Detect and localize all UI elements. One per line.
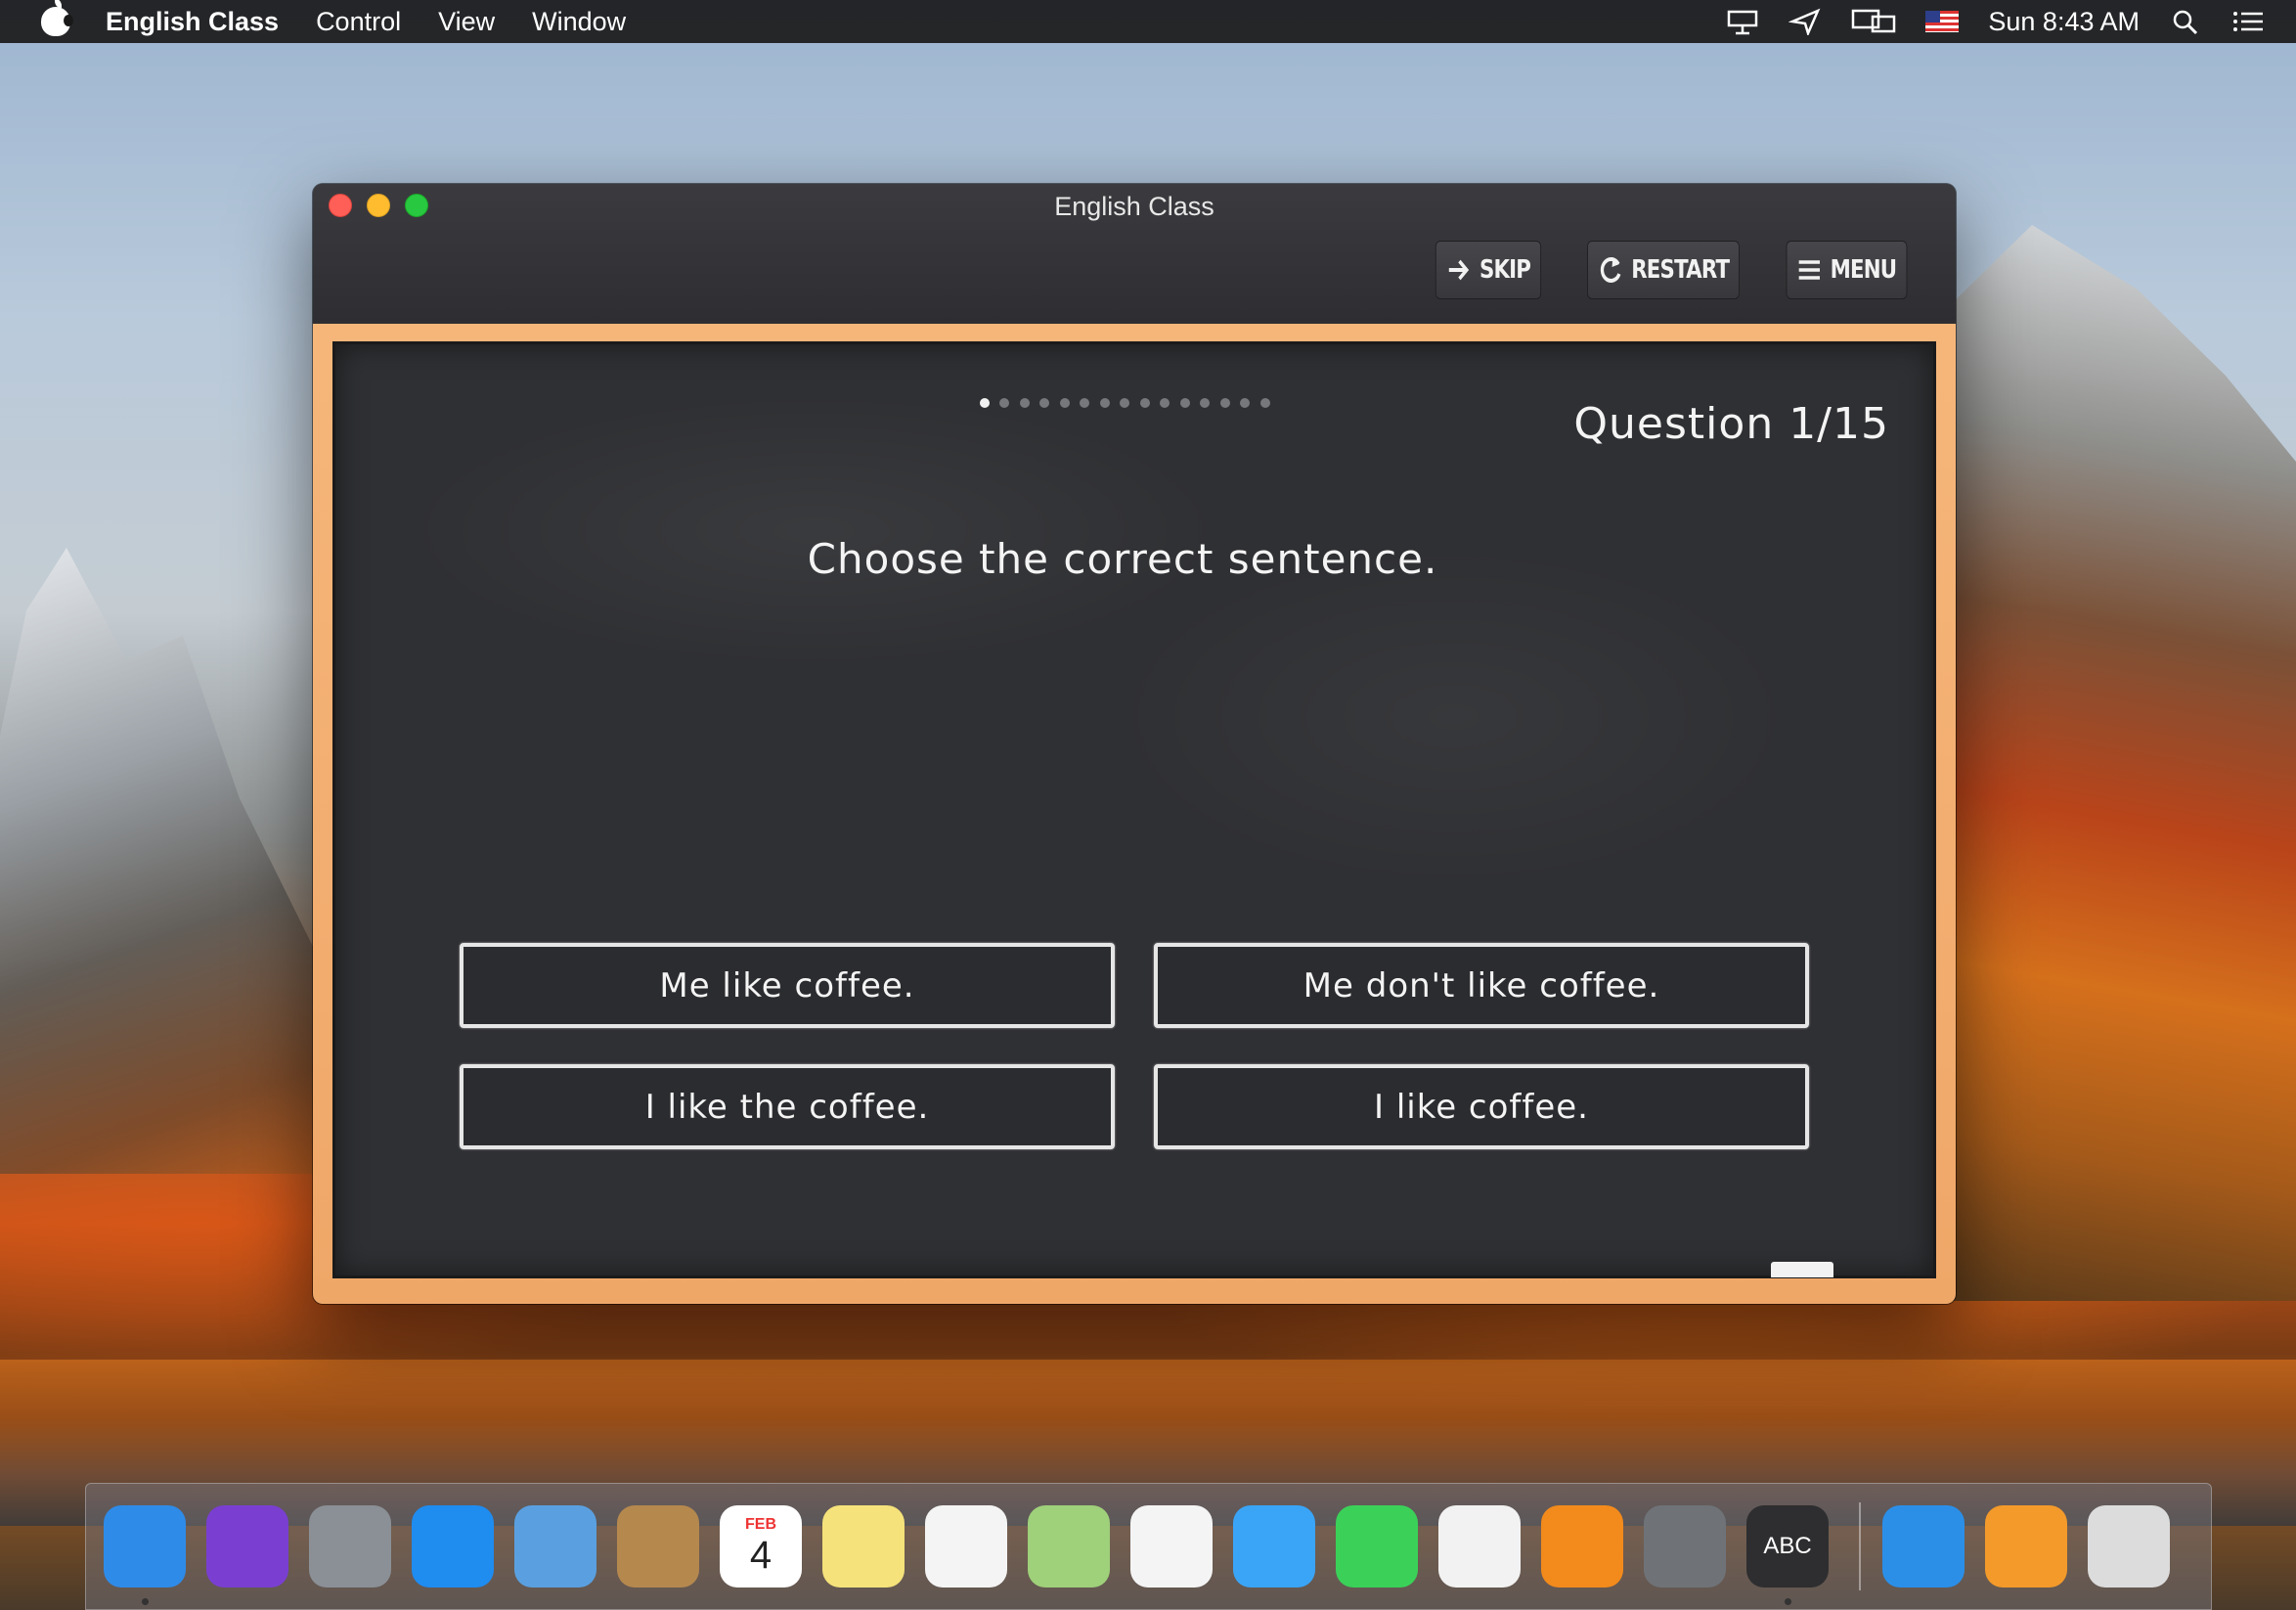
- progress-dot: [1160, 398, 1170, 408]
- menu-label: MENU: [1831, 255, 1897, 285]
- progress-dot: [1219, 398, 1230, 408]
- progress-dot: [1179, 398, 1190, 408]
- answer-option-2[interactable]: Me don't like coffee.: [1154, 943, 1809, 1028]
- reminders-icon[interactable]: [925, 1505, 1007, 1588]
- menu-bar: English Class Control View Window Sun 8:…: [0, 0, 2296, 43]
- progress-dot: [979, 398, 990, 408]
- downloads-folder-icon[interactable]: [1985, 1505, 2067, 1588]
- itunes-icon[interactable]: [1438, 1505, 1521, 1588]
- wallpaper-mountain-right: [1944, 225, 2296, 1301]
- calendar-icon[interactable]: FEB 4: [720, 1505, 802, 1588]
- messages-icon[interactable]: [1233, 1505, 1315, 1588]
- siri-icon[interactable]: [206, 1505, 288, 1588]
- launchpad-icon[interactable]: [309, 1505, 391, 1588]
- location-send-icon[interactable]: [1788, 8, 1822, 35]
- hamburger-menu-icon: [1799, 260, 1821, 280]
- answer-option-1[interactable]: Me like coffee.: [460, 943, 1115, 1028]
- progress-dot: [1139, 398, 1150, 408]
- answer-options: Me like coffee. Me don't like coffee. I …: [460, 943, 1811, 1149]
- mail-icon[interactable]: [514, 1505, 596, 1588]
- window-title: English Class: [1054, 192, 1214, 221]
- ibooks-icon[interactable]: [1541, 1505, 1623, 1588]
- us-flag-input-source-icon[interactable]: [1925, 11, 1960, 32]
- photos-icon[interactable]: [1130, 1505, 1213, 1588]
- menu-button[interactable]: MENU: [1787, 241, 1908, 299]
- title-bar[interactable]: English Class SKIP RESTART MENU: [313, 184, 1956, 324]
- progress-dot: [1039, 398, 1049, 408]
- progress-dot: [999, 398, 1009, 408]
- progress-dot: [1059, 398, 1070, 408]
- chalkboard: Question 1/15 Choose the correct sentenc…: [332, 341, 1936, 1278]
- english-class-badge: ABC: [1763, 1533, 1812, 1559]
- question-prompt: Choose the correct sentence.: [807, 535, 1438, 583]
- progress-dot: [1099, 398, 1110, 408]
- progress-dot: [1080, 398, 1089, 408]
- menu-app-name[interactable]: English Class: [106, 7, 279, 37]
- dock-separator: [1859, 1502, 1861, 1590]
- menu-bar-clock[interactable]: Sun 8:43 AM: [1988, 7, 2140, 37]
- progress-dot: [1200, 398, 1210, 408]
- apple-logo-icon[interactable]: [41, 0, 73, 36]
- answer-option-4[interactable]: I like coffee.: [1154, 1064, 1809, 1149]
- menu-view[interactable]: View: [438, 7, 495, 37]
- chalk-piece: [1771, 1262, 1833, 1277]
- reeder-icon[interactable]: [1882, 1505, 1965, 1588]
- toolbar: SKIP RESTART MENU: [1424, 241, 1921, 299]
- display-mirroring-icon[interactable]: [1851, 8, 1896, 35]
- maps-icon[interactable]: [1028, 1505, 1110, 1588]
- wallpaper-mountain-left: [0, 548, 332, 1174]
- skip-label: SKIP: [1479, 255, 1531, 285]
- menu-window[interactable]: Window: [532, 7, 626, 37]
- skip-button[interactable]: SKIP: [1435, 241, 1541, 299]
- progress-dot: [1259, 398, 1270, 408]
- calendar-month: FEB: [745, 1515, 776, 1533]
- contacts-icon[interactable]: [617, 1505, 699, 1588]
- notification-center-icon[interactable]: [2231, 8, 2265, 35]
- english-class-icon[interactable]: ABC: [1746, 1505, 1829, 1605]
- english-class-window: English Class SKIP RESTART MENU Question…: [313, 184, 1956, 1304]
- trash-icon[interactable]: [2088, 1505, 2170, 1588]
- progress-dot: [1019, 398, 1030, 408]
- dock: FEB 4 ABC: [85, 1483, 2212, 1610]
- notes-icon[interactable]: [822, 1505, 905, 1588]
- menu-control[interactable]: Control: [316, 7, 401, 37]
- question-counter: Question 1/15: [1573, 399, 1889, 449]
- spotlight-search-icon[interactable]: [2169, 8, 2202, 35]
- progress-dot: [1240, 398, 1250, 408]
- progress-dot: [1120, 398, 1129, 408]
- arrow-right-icon: [1448, 259, 1470, 281]
- calendar-day: 4: [749, 1533, 773, 1577]
- restart-button[interactable]: RESTART: [1586, 241, 1740, 299]
- presentation-icon[interactable]: [1726, 8, 1759, 35]
- safari-icon[interactable]: [412, 1505, 494, 1588]
- restart-label: RESTART: [1630, 255, 1730, 285]
- answer-option-3[interactable]: I like the coffee.: [460, 1064, 1115, 1149]
- restart-icon: [1600, 256, 1620, 283]
- menu-bar-status-area: Sun 8:43 AM: [1726, 7, 2265, 37]
- system-preferences-icon[interactable]: [1644, 1505, 1726, 1588]
- finder-icon[interactable]: [104, 1505, 186, 1605]
- facetime-icon[interactable]: [1336, 1505, 1418, 1588]
- chalkboard-frame: Question 1/15 Choose the correct sentenc…: [313, 324, 1956, 1304]
